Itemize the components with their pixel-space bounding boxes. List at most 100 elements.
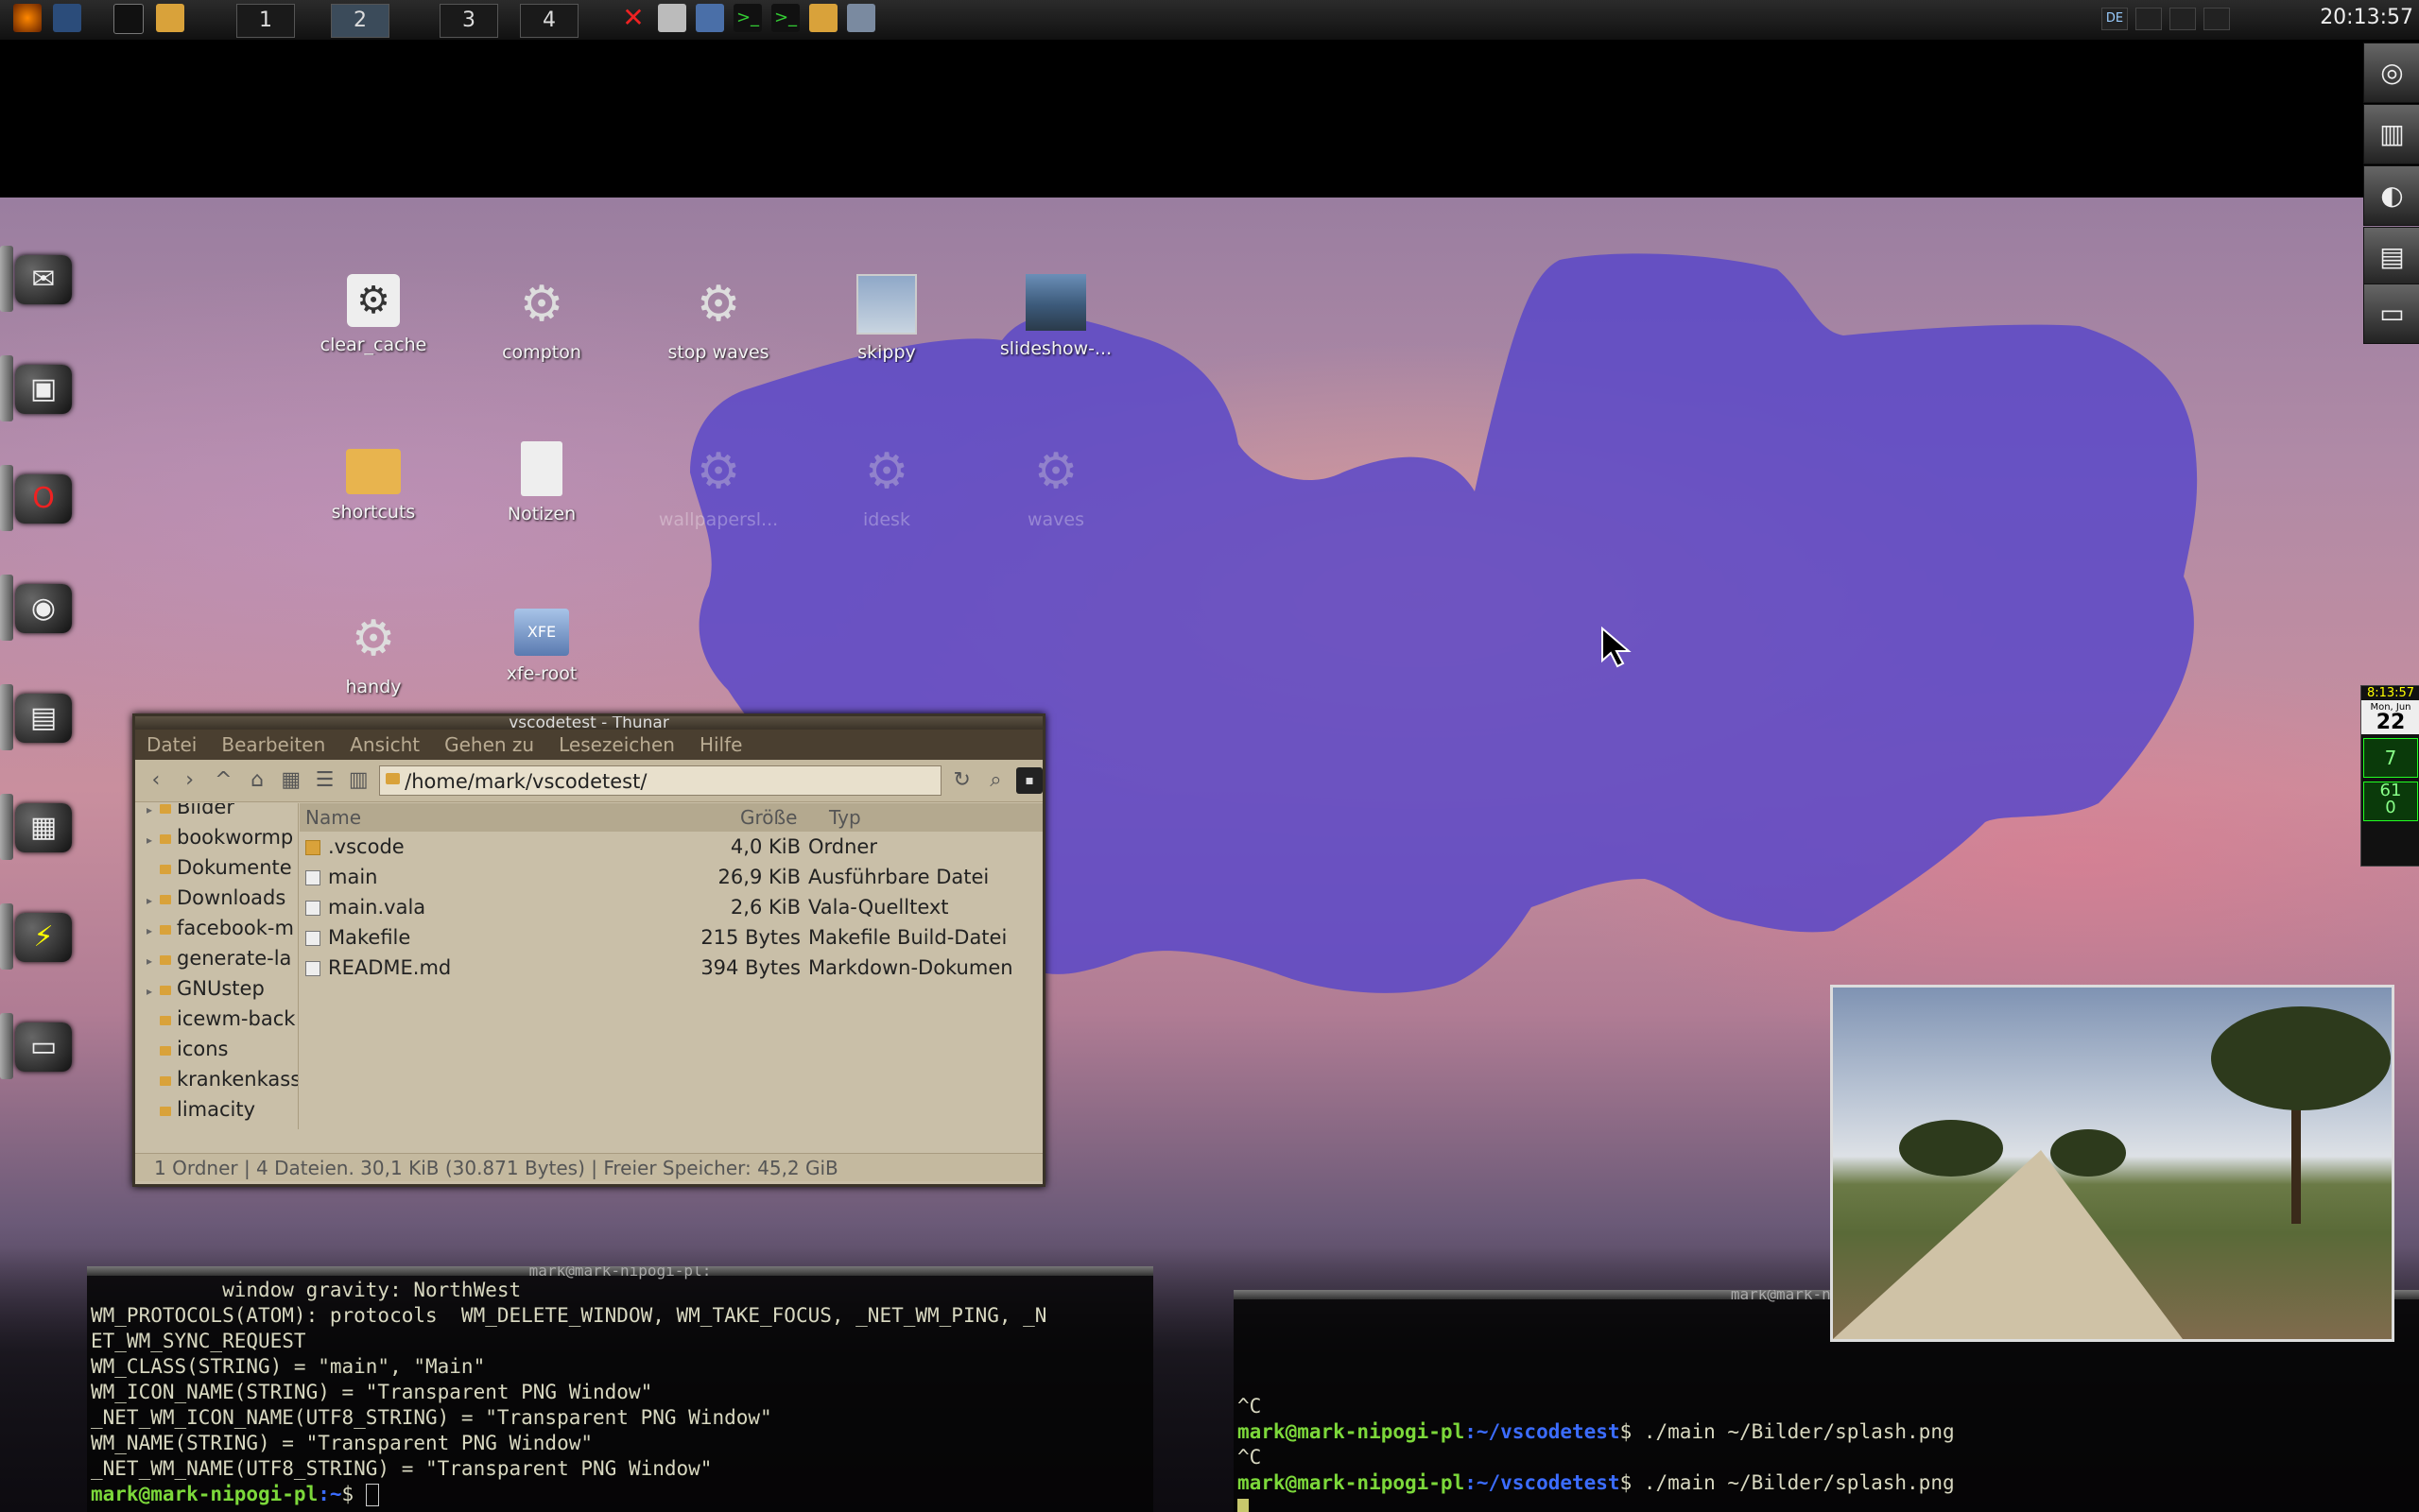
desktop-icon-stop-waves[interactable]: ⚙ stop waves bbox=[638, 274, 799, 363]
right-dock-windows[interactable]: ▥ bbox=[2363, 104, 2419, 164]
location-bar[interactable]: /home/mark/vscodetest/ bbox=[379, 765, 942, 796]
menu-gehen-zu[interactable]: Gehen zu bbox=[444, 733, 534, 756]
window-titlebar[interactable]: vscodetest - Thunar bbox=[135, 716, 1043, 730]
dock-item-calculator[interactable]: ▦ bbox=[0, 788, 76, 866]
file-row[interactable]: Makefile 215 Bytes Makefile Build-Datei bbox=[300, 922, 1043, 953]
task-splash-button[interactable] bbox=[847, 4, 875, 36]
menu-ansicht[interactable]: Ansicht bbox=[350, 733, 420, 756]
thunar-window[interactable]: vscodetest - Thunar Datei Bearbeiten Ans… bbox=[132, 713, 1045, 1187]
terminal-window-left[interactable]: mark@mark-nipogi-pl: window gravity: Nor… bbox=[87, 1266, 1153, 1512]
desktop-icon-compton[interactable]: ⚙ compton bbox=[461, 274, 622, 363]
desktop-icon-clear-cache[interactable]: ⚙ clear_cache bbox=[293, 274, 454, 355]
app-icon bbox=[847, 4, 875, 32]
task-editor-button[interactable] bbox=[658, 4, 686, 36]
terminal-prompt[interactable] bbox=[1237, 1496, 2419, 1512]
conky-mem-2: 0 bbox=[2385, 798, 2396, 817]
workspace-1-button[interactable]: 1 bbox=[236, 4, 295, 38]
menu-hilfe[interactable]: Hilfe bbox=[700, 733, 743, 756]
file-row[interactable]: README.md 394 Bytes Markdown-Dokumen bbox=[300, 953, 1043, 983]
dock-item-screenshot[interactable]: ◉ bbox=[0, 569, 76, 646]
file-row[interactable]: .vscode 4,0 KiB Ordner bbox=[300, 832, 1043, 862]
menu-lesezeichen[interactable]: Lesezeichen bbox=[559, 733, 675, 756]
terminal-line: ^C bbox=[1237, 1446, 1262, 1469]
dock-item-mail[interactable]: ✉ bbox=[0, 240, 76, 318]
column-header-size[interactable]: Größe bbox=[740, 803, 797, 832]
sidebar-item-icewm[interactable]: icewm-back bbox=[135, 1004, 298, 1034]
terminal-prompt[interactable]: mark@mark-nipogi-pl:~$ bbox=[91, 1482, 1153, 1507]
right-dock-app[interactable]: ◐ bbox=[2363, 165, 2419, 226]
desktop-icon-label: slideshow-... bbox=[999, 338, 1113, 359]
task-terminal-1-button[interactable]: >_ bbox=[734, 4, 762, 36]
workspace-3-button[interactable]: 3 bbox=[440, 4, 498, 38]
right-dock-monitor[interactable]: ▭ bbox=[2363, 284, 2419, 344]
desktop-icon-waves[interactable]: ⚙ waves bbox=[976, 441, 1136, 530]
dock-item-monitor[interactable]: ▣ bbox=[0, 350, 76, 427]
volume-icon[interactable] bbox=[2169, 8, 2196, 30]
sidebar-item-icons[interactable]: icons bbox=[135, 1034, 298, 1064]
desktop-icon-xfe-root[interactable]: XFE xfe-root bbox=[461, 609, 622, 684]
column-header-name[interactable]: Name bbox=[305, 803, 361, 832]
task-terminal-2-button[interactable]: >_ bbox=[771, 4, 800, 36]
desktop-icon-idesk[interactable]: ⚙ idesk bbox=[806, 441, 967, 530]
task-thunar-button[interactable] bbox=[809, 4, 838, 36]
forward-icon[interactable]: › bbox=[177, 767, 203, 794]
desktop-icon-wallpapersl[interactable]: ⚙ wallpapersl... bbox=[638, 441, 799, 530]
back-icon[interactable]: ‹ bbox=[143, 767, 169, 794]
file-row[interactable]: main.vala 2,6 KiB Vala-Quelltext bbox=[300, 892, 1043, 922]
dock-item-power[interactable]: ⚡ bbox=[0, 898, 76, 975]
column-header-type[interactable]: Typ bbox=[829, 803, 861, 832]
workspace-2-button[interactable]: 2 bbox=[331, 4, 389, 38]
sidebar-item-bilder[interactable]: ▸ Bilder bbox=[135, 803, 298, 822]
camera-icon: ◉ bbox=[15, 584, 72, 633]
sidebar-item-gnustep[interactable]: ▸ GNUstep bbox=[135, 973, 298, 1004]
terminal-line: _NET_WM_ICON_NAME(UTF8_STRING) = "Transp… bbox=[91, 1406, 772, 1429]
sidebar-item-mark-backu[interactable]: ▸mark-backu bbox=[135, 1125, 298, 1129]
dock-item-opera[interactable]: O bbox=[0, 459, 76, 537]
list-view-icon[interactable]: ☰ bbox=[312, 767, 338, 794]
sidebar-item-limacity[interactable]: limacity bbox=[135, 1094, 298, 1125]
dock-item-wallpaper[interactable]: ▭ bbox=[0, 1007, 76, 1085]
desktop-icon-handy[interactable]: ⚙ handy bbox=[293, 609, 454, 697]
sidebar-item-downloads[interactable]: ▸ Downloads bbox=[135, 883, 298, 913]
task-x-button[interactable]: ✕ bbox=[619, 4, 648, 36]
icon-view-icon[interactable]: ▦ bbox=[278, 767, 304, 794]
prompt-path: :~/vscodetest bbox=[1464, 1420, 1620, 1443]
slideshow-photo-window[interactable] bbox=[1830, 985, 2394, 1342]
file-manager-launcher[interactable] bbox=[156, 4, 184, 36]
sidebar-item-label: bookwormp bbox=[177, 826, 294, 849]
sidebar-item-generate[interactable]: ▸ generate-la bbox=[135, 943, 298, 973]
dock-item-xfe[interactable]: ▤ bbox=[0, 679, 76, 756]
desktop-icon-label: waves bbox=[1027, 509, 1084, 530]
conky-widget: 8:13:57 Mon, Jun 22 7 61 0 bbox=[2360, 685, 2419, 867]
home-icon[interactable]: ⌂ bbox=[244, 767, 270, 794]
compact-view-icon[interactable]: ▥ bbox=[345, 767, 371, 794]
terminal-launcher[interactable] bbox=[113, 4, 144, 36]
sidebar-item-bookwormp[interactable]: ▸ bookwormp bbox=[135, 822, 298, 852]
start-menu-button[interactable] bbox=[13, 4, 42, 36]
sidebar-item-dokumente[interactable]: Dokumente bbox=[135, 852, 298, 883]
network-icon[interactable] bbox=[2135, 8, 2162, 30]
menu-datei[interactable]: Datei bbox=[147, 733, 197, 756]
search-icon[interactable]: ⌕ bbox=[983, 767, 1010, 794]
reload-icon[interactable]: ↻ bbox=[949, 767, 976, 794]
window-titlebar[interactable]: mark@mark-nipogi-pl: bbox=[87, 1266, 1153, 1279]
workspace-4-button[interactable]: 4 bbox=[520, 4, 579, 38]
sidebar-item-facebook[interactable]: ▸ facebook-m bbox=[135, 913, 298, 943]
desktop-icon-notizen[interactable]: Notizen bbox=[461, 441, 622, 524]
desktop-icon-shortcuts[interactable]: shortcuts bbox=[293, 441, 454, 523]
sidebar-item-krankenkass[interactable]: krankenkass bbox=[135, 1064, 298, 1094]
right-dock-files[interactable]: ▤ bbox=[2363, 227, 2419, 287]
right-dock-camera[interactable]: ◎ bbox=[2363, 43, 2419, 103]
desktop-icon-skippy[interactable]: skippy bbox=[806, 274, 967, 363]
up-icon[interactable]: ^ bbox=[210, 767, 236, 794]
show-desktop-button[interactable] bbox=[53, 4, 81, 36]
menu-bearbeiten[interactable]: Bearbeiten bbox=[221, 733, 325, 756]
terminal-icon[interactable]: ▪ bbox=[1016, 767, 1043, 794]
clock[interactable]: 20:13:57 bbox=[2320, 6, 2413, 29]
terminal-icon: >_ bbox=[734, 4, 762, 32]
task-xfe-button[interactable] bbox=[696, 4, 724, 36]
landscape-icon: ▭ bbox=[15, 1022, 72, 1072]
file-row[interactable]: main 26,9 KiB Ausführbare Datei bbox=[300, 862, 1043, 892]
keyboard-layout-indicator[interactable]: DE bbox=[2101, 8, 2128, 30]
desktop-icon-slideshow[interactable]: slideshow-... bbox=[976, 274, 1136, 359]
